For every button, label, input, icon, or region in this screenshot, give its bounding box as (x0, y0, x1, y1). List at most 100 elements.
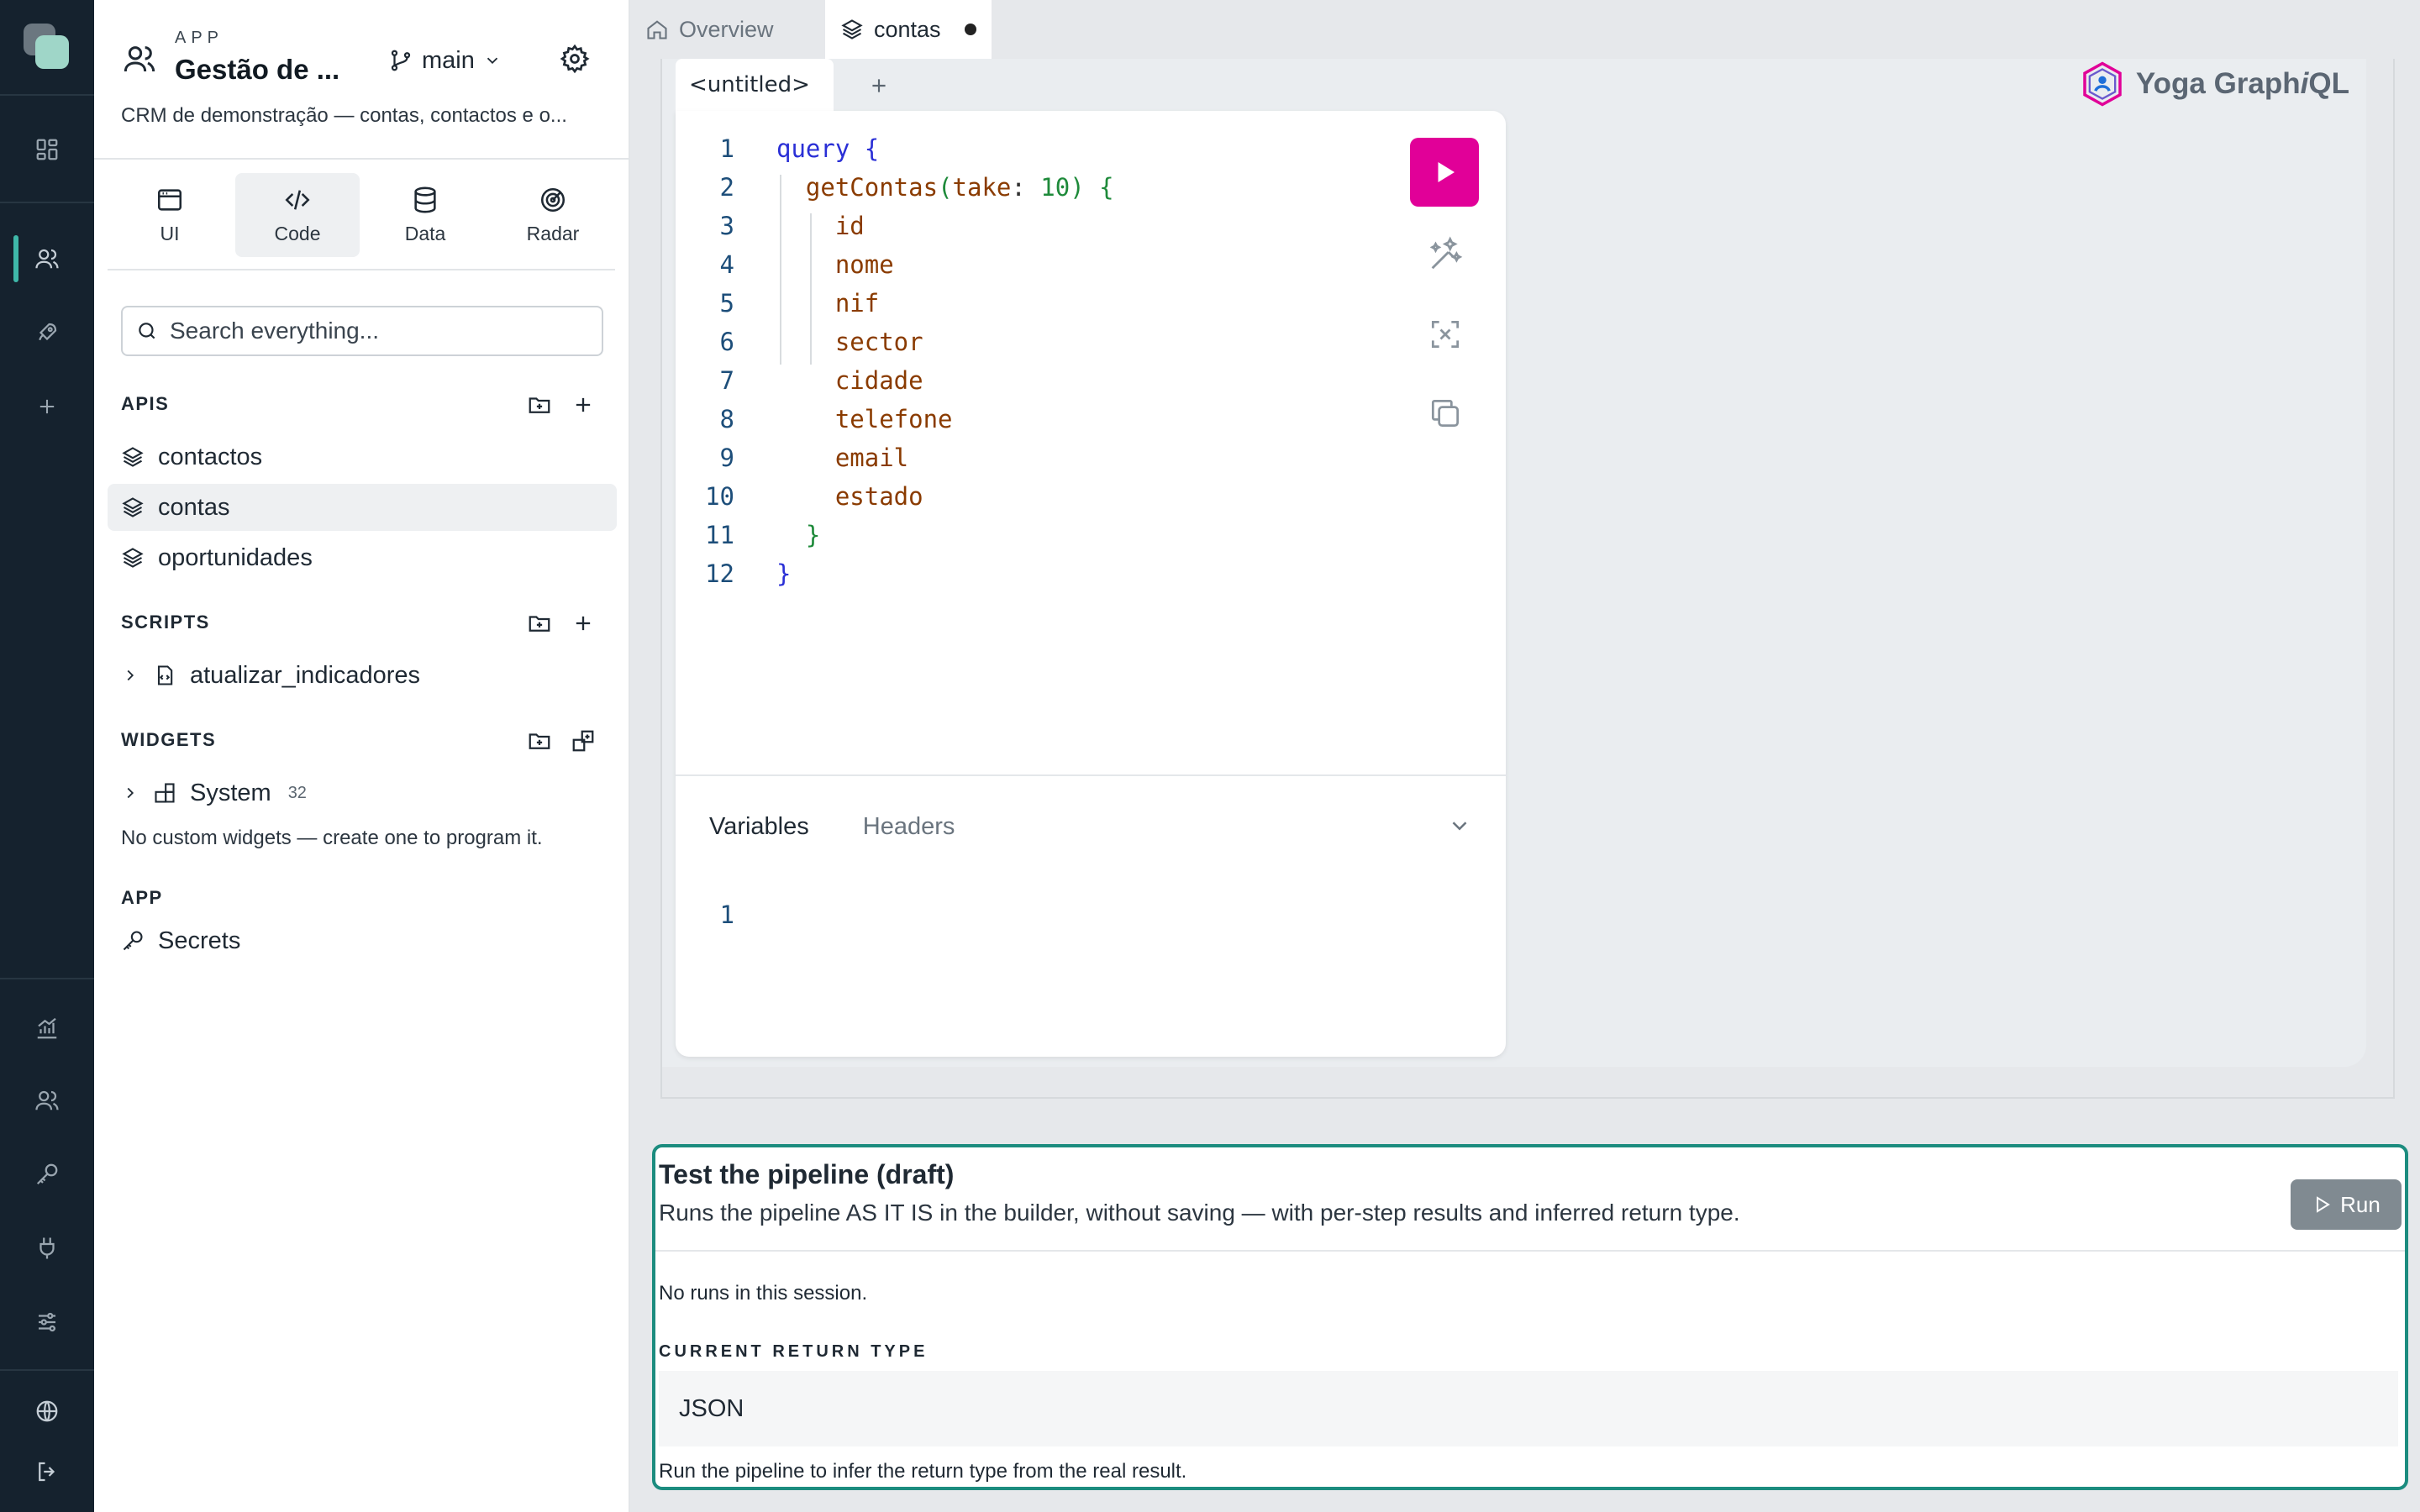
field: telefone (834, 405, 953, 433)
mode-radar[interactable]: Radar (491, 173, 615, 257)
layers-icon (122, 447, 144, 467)
mode-data[interactable]: Data (363, 173, 487, 257)
chevron-right-icon[interactable] (121, 784, 139, 802)
app-header: APP Gestão de ... main CRM de demonstraç… (94, 0, 629, 160)
home-icon (647, 20, 667, 39)
merge-fragments-icon[interactable] (1425, 314, 1465, 354)
panel-title: Test the pipeline (draft) (659, 1159, 955, 1189)
app-root: APP Gestão de ... main CRM de demonstraç… (0, 0, 2420, 1512)
mode-switcher: UI Code Data Radar (108, 173, 615, 257)
plug-icon[interactable] (24, 1225, 71, 1272)
query-keyword: query (776, 134, 850, 163)
tab-overview[interactable]: Overview (630, 0, 789, 59)
add-api-icon[interactable] (566, 388, 600, 422)
api-item-oportunidades[interactable]: oportunidades (108, 534, 617, 581)
api-label: contactos (158, 443, 263, 470)
code-line: nif (776, 289, 879, 318)
line-number: 12 (705, 559, 734, 588)
tab-variables[interactable]: Variables (709, 813, 809, 841)
play-icon (1438, 162, 1455, 182)
variables-line-number: 1 (719, 900, 734, 929)
code-line: sector (776, 328, 923, 356)
rocket-icon[interactable] (24, 309, 71, 356)
icon-rail (0, 0, 94, 1512)
layers-icon (841, 19, 863, 39)
tab-headers[interactable]: Headers (863, 813, 955, 841)
branch-selector[interactable]: main (388, 44, 502, 77)
team-icon[interactable] (24, 1077, 71, 1124)
tab-contas[interactable]: contas (825, 0, 992, 59)
search-box (121, 306, 603, 356)
code-line: cidade (776, 366, 923, 395)
gear-icon[interactable] (560, 44, 590, 74)
script-file-icon (157, 665, 173, 685)
new-folder-icon[interactable] (523, 724, 556, 758)
new-folder-icon[interactable] (523, 606, 556, 640)
yoga-logo-icon (2083, 61, 2122, 107)
widgets-empty-note: No custom widgets — create one to progra… (121, 827, 543, 849)
chevron-right-icon[interactable] (121, 666, 139, 685)
run-button[interactable]: Run (2291, 1179, 2402, 1230)
line-number: 1 (719, 134, 734, 163)
prettify-icon[interactable] (1425, 234, 1465, 274)
scripts-section-title: SCRIPTS (121, 612, 210, 633)
line-number: 9 (719, 444, 734, 472)
api-item-contactos[interactable]: contactos (108, 433, 617, 480)
app-title[interactable]: Gestão de ... (175, 54, 339, 86)
git-branch-icon (391, 50, 411, 71)
script-item[interactable]: atualizar_indicadores (108, 652, 617, 699)
search-input[interactable] (170, 318, 573, 344)
panel-description: Runs the pipeline AS IT IS in the builde… (659, 1200, 1740, 1226)
globe-icon[interactable] (24, 1388, 71, 1435)
app-item-label: Secrets (158, 927, 241, 954)
sliders-icon[interactable] (24, 1299, 71, 1346)
line-number: 7 (719, 366, 734, 395)
key-icon[interactable] (24, 1151, 71, 1198)
mode-code[interactable]: Code (235, 173, 360, 257)
graphiql-container: <untitled> Yoga GraphiQL 1 2 3 4 5 6 7 8… (662, 59, 2366, 1067)
chevron-down-icon[interactable] (1447, 813, 1472, 838)
no-runs-text: No runs in this session. (659, 1282, 868, 1305)
add-tab-icon[interactable] (864, 71, 894, 101)
layers-icon (122, 548, 144, 568)
dashboard-icon[interactable] (24, 126, 71, 173)
line-number: 4 (719, 250, 734, 279)
code-line: email (776, 444, 908, 472)
play-icon (2317, 1196, 2331, 1213)
mode-label: UI (160, 222, 180, 244)
app-users-icon (123, 42, 156, 76)
new-folder-icon[interactable] (523, 388, 556, 422)
mode-label: Radar (526, 222, 580, 244)
graphiql-frame: <untitled> Yoga GraphiQL 1 2 3 4 5 6 7 8… (660, 59, 2395, 1099)
rail-divider (0, 1369, 94, 1371)
logout-icon[interactable] (24, 1448, 71, 1495)
app-logo[interactable] (24, 24, 71, 71)
sidebar: APP Gestão de ... main CRM de demonstraç… (94, 0, 630, 1512)
add-widget-icon[interactable] (566, 724, 600, 758)
widget-group-label: System (190, 779, 271, 806)
code-line: getContas(take: 10) { (805, 173, 1114, 202)
plus-icon[interactable] (24, 383, 71, 430)
unsaved-dot[interactable] (964, 24, 976, 35)
field: id (834, 212, 865, 240)
mode-ui[interactable]: UI (108, 173, 232, 257)
panel-divider (655, 1250, 2405, 1252)
query-editor[interactable]: 1 2 3 4 5 6 7 8 9 10 11 12 query { getCo… (676, 111, 1506, 1057)
chart-icon[interactable] (24, 1005, 71, 1052)
copy-icon[interactable] (1425, 393, 1465, 433)
code-line: nome (776, 250, 894, 279)
graphiql-tab[interactable]: <untitled> (676, 59, 834, 111)
add-script-icon[interactable] (566, 606, 600, 640)
tab-label: Overview (679, 16, 774, 42)
widget-group-system[interactable]: System 32 (108, 769, 617, 816)
api-item-contas[interactable]: contas (108, 484, 617, 531)
logo-text: Yoga Graph (2135, 67, 2301, 100)
field: email (834, 444, 909, 472)
users-icon[interactable] (24, 235, 71, 282)
return-type-label: CURRENT RETURN TYPE (659, 1342, 929, 1361)
rail-divider (0, 202, 94, 203)
execute-query-button[interactable] (1410, 138, 1479, 207)
return-type-value: JSON (659, 1371, 2398, 1446)
logo-suffix: QL (2308, 67, 2349, 100)
app-item-secrets[interactable]: Secrets (108, 917, 617, 964)
